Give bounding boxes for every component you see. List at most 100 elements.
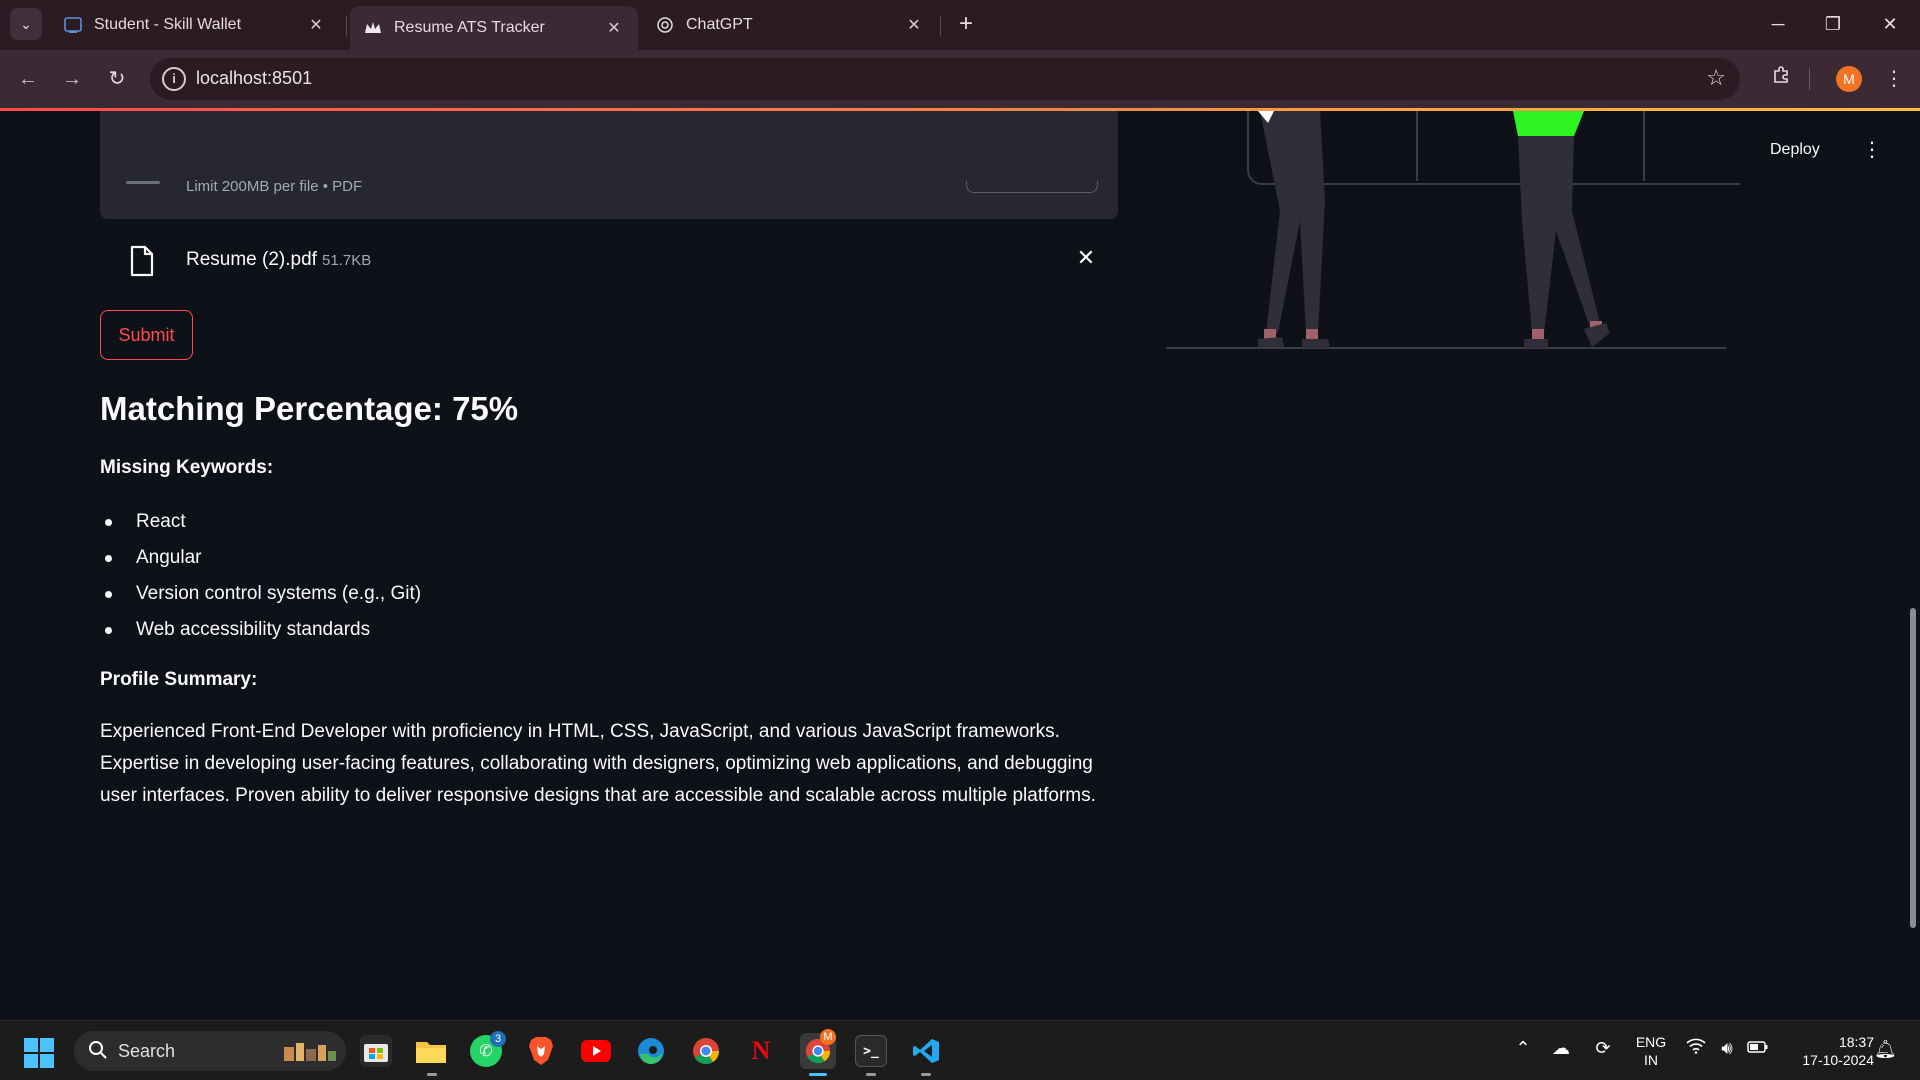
- new-tab-button[interactable]: +: [950, 10, 982, 40]
- file-size: 51.7KB: [322, 252, 372, 269]
- microsoft-store-icon[interactable]: [360, 1035, 392, 1067]
- taskbar-search-box[interactable]: Search: [74, 1031, 346, 1071]
- address-bar[interactable]: i localhost:8501 ☆: [150, 58, 1740, 100]
- keyword-text: Version control systems (e.g., Git): [136, 583, 422, 604]
- toolbar-divider: [1809, 68, 1810, 90]
- edge-icon[interactable]: [635, 1035, 667, 1067]
- list-item: React: [100, 504, 421, 540]
- onedrive-cloud-icon[interactable]: ☁: [1548, 1038, 1574, 1059]
- running-indicator: [921, 1073, 931, 1076]
- close-icon[interactable]: ✕: [604, 18, 624, 38]
- search-highlight-art-icon: [284, 1043, 336, 1061]
- deploy-button[interactable]: Deploy: [1770, 141, 1820, 159]
- uploaded-file-row: Resume (2).pdf 51.7KB ✕: [100, 237, 1118, 297]
- close-icon: ✕: [1882, 14, 1898, 34]
- list-item: Web accessibility standards: [100, 612, 421, 648]
- plus-icon: +: [958, 10, 973, 37]
- forward-button[interactable]: →: [56, 63, 88, 95]
- list-item: Angular: [100, 540, 421, 576]
- profile-summary-label: Profile Summary:: [100, 669, 258, 690]
- kebab-menu-icon: ⋮: [1884, 68, 1904, 90]
- tab-separator: [940, 16, 941, 36]
- file-icon: [128, 245, 156, 277]
- extensions-button[interactable]: [1766, 63, 1798, 95]
- back-button[interactable]: ←: [12, 63, 44, 95]
- browser-tabstrip: ⌄ Student - Skill Wallet ✕ Resume ATS Tr…: [0, 0, 1920, 50]
- chatgpt-icon: [656, 16, 674, 34]
- file-uploader-dropzone[interactable]: Limit 200MB per file • PDF: [100, 111, 1118, 219]
- notification-bell-icon[interactable]: 🔔︎: [1874, 1039, 1897, 1060]
- bullet-icon: [105, 555, 112, 562]
- minimize-button[interactable]: ─: [1758, 8, 1798, 40]
- chevron-up-icon[interactable]: ⌃: [1510, 1038, 1536, 1059]
- tab-skill-wallet[interactable]: Student - Skill Wallet ✕: [50, 6, 340, 44]
- browse-files-button[interactable]: [966, 181, 1098, 193]
- upload-limit-text: Limit 200MB per file • PDF: [186, 178, 363, 195]
- profile-summary-text: Experienced Front-End Developer with pro…: [100, 721, 1096, 806]
- terminal-icon[interactable]: >_: [855, 1035, 887, 1067]
- tab-resume-ats-tracker[interactable]: Resume ATS Tracker ✕: [350, 6, 638, 50]
- reload-button[interactable]: ↻: [101, 63, 133, 95]
- restore-button[interactable]: ❐: [1813, 8, 1853, 40]
- missing-keywords-label: Missing Keywords:: [100, 457, 274, 478]
- tab-search-button[interactable]: ⌄: [10, 8, 42, 40]
- keyword-text: Angular: [136, 547, 202, 568]
- clock-date: 17-10-2024: [1802, 1052, 1874, 1068]
- window-close-button[interactable]: ✕: [1870, 8, 1910, 40]
- bookmark-star-icon[interactable]: ☆: [1706, 65, 1726, 91]
- restore-icon: ❐: [1824, 14, 1842, 34]
- browser-menu-button[interactable]: ⋮: [1878, 63, 1910, 95]
- list-item: Version control systems (e.g., Git): [100, 576, 421, 612]
- remove-file-close-icon[interactable]: ✕: [1074, 245, 1098, 271]
- sync-icon[interactable]: ⟳: [1590, 1038, 1616, 1059]
- netflix-icon[interactable]: N: [745, 1035, 777, 1067]
- keyword-text: React: [136, 511, 186, 532]
- url-text[interactable]: localhost:8501: [196, 68, 312, 89]
- running-indicator-active: [809, 1073, 827, 1076]
- brave-icon[interactable]: [525, 1035, 557, 1067]
- tab-separator: [346, 16, 347, 36]
- submit-button[interactable]: Submit: [100, 310, 193, 360]
- tab-label: ChatGPT: [686, 16, 753, 33]
- file-explorer-icon[interactable]: [415, 1035, 447, 1067]
- windows-start-icon[interactable]: [24, 1038, 54, 1068]
- search-label: Search: [118, 1041, 176, 1061]
- bullet-icon: [105, 627, 112, 634]
- vscode-icon[interactable]: [910, 1035, 942, 1067]
- app-main: Deploy ⋮ Limit 200MB per file • PDF Resu…: [0, 111, 1920, 1021]
- page-scrollbar[interactable]: [1910, 608, 1916, 928]
- reload-icon: ↻: [108, 68, 126, 90]
- arrow-left-icon: ←: [18, 68, 38, 90]
- profile-avatar[interactable]: M: [1836, 66, 1862, 92]
- windows-taskbar: Search ✆ 3 N M >_ ⌃ ☁ ⟳ ENG IN 🔊︎ 18:37 …: [0, 1020, 1920, 1080]
- running-indicator: [427, 1073, 437, 1076]
- tab-label: Resume ATS Tracker: [394, 19, 545, 36]
- system-clock[interactable]: 18:37 17-10-2024: [1784, 1033, 1874, 1069]
- tab-chatgpt[interactable]: ChatGPT ✕: [642, 6, 938, 44]
- puzzle-icon: [1772, 66, 1792, 90]
- language-code: ENG: [1635, 1034, 1667, 1050]
- search-icon: [88, 1040, 108, 1066]
- matching-percentage-heading: Matching Percentage: 75%: [100, 390, 519, 427]
- wifi-icon[interactable]: [1683, 1038, 1709, 1059]
- whatsapp-badge: 3: [490, 1031, 506, 1047]
- main-menu-kebab-icon[interactable]: ⋮: [1862, 137, 1882, 162]
- chrome-profile-badge: M: [820, 1029, 836, 1045]
- file-name: Resume (2).pdf: [186, 249, 317, 270]
- tab-label: Student - Skill Wallet: [94, 16, 242, 33]
- skill-wallet-icon: [64, 16, 82, 34]
- youtube-icon[interactable]: [580, 1035, 612, 1067]
- close-icon[interactable]: ✕: [306, 15, 326, 35]
- streamlit-crown-icon: [364, 19, 382, 37]
- chrome-icon[interactable]: [690, 1035, 722, 1067]
- language-indicator[interactable]: ENG IN: [1634, 1033, 1668, 1069]
- close-icon[interactable]: ✕: [904, 15, 924, 35]
- minimize-icon: ─: [1771, 14, 1785, 34]
- region-code: IN: [1644, 1052, 1658, 1068]
- illustration-people-image: [1166, 111, 1740, 349]
- volume-icon[interactable]: 🔊︎: [1714, 1038, 1740, 1059]
- battery-icon[interactable]: [1745, 1038, 1771, 1059]
- bullet-icon: [105, 519, 112, 526]
- site-info-icon[interactable]: i: [162, 67, 186, 91]
- bullet-icon: [105, 591, 112, 598]
